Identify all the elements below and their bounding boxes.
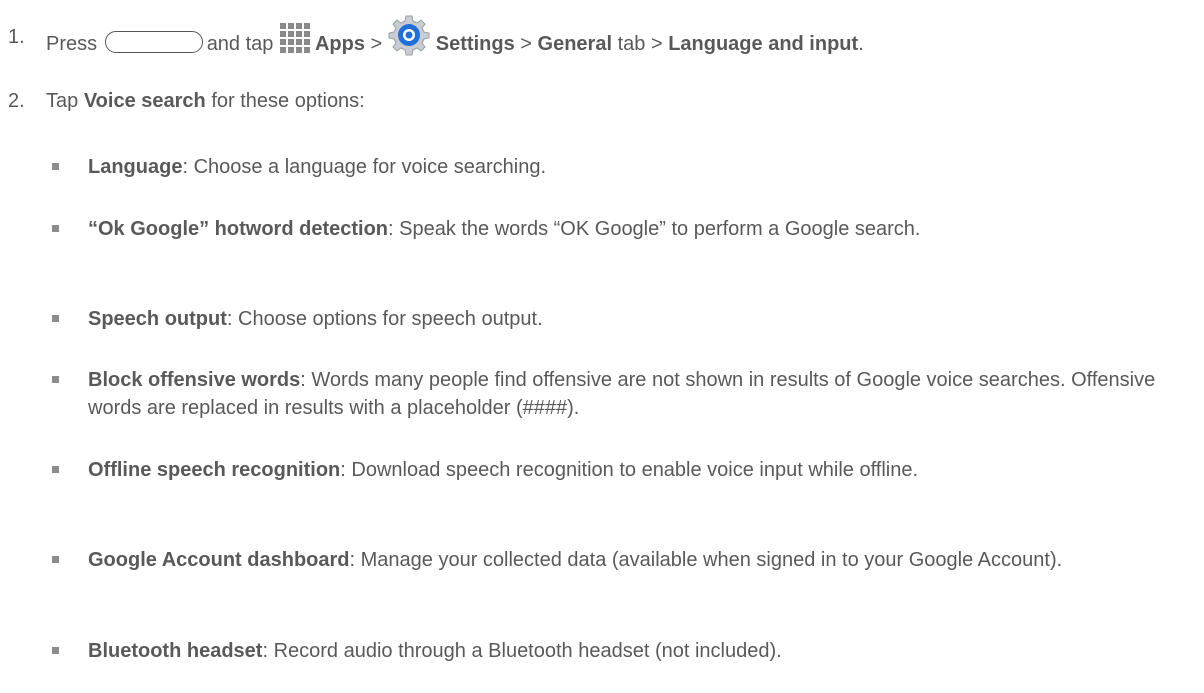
language-and-input-label: Language and input [668, 33, 859, 55]
apps-label: Apps [314, 33, 365, 55]
list-item: Google Account dashboard: Manage your co… [52, 546, 1198, 574]
option-desc: : Choose options for speech output. [226, 308, 543, 330]
option-desc: : Manage your collected data (available … [349, 549, 1063, 571]
option-desc: : Record audio through a Bluetooth heads… [262, 640, 782, 662]
option-desc: : Download speech recognition to enable … [340, 459, 919, 481]
and-tap-text: and tap [206, 33, 274, 55]
list-item: “Ok Google” hotword detection: Speak the… [52, 215, 1198, 243]
list-item: Language: Choose a language for voice se… [52, 153, 1198, 181]
settings-label: Settings [435, 33, 515, 55]
list-item: Speech output: Choose options for speech… [52, 305, 1198, 333]
bullet-icon [52, 163, 59, 170]
list-item: Block offensive words: Words many people… [52, 366, 1198, 422]
bullet-icon [52, 376, 59, 383]
option-desc: : Choose a language for voice searching. [182, 156, 547, 178]
tap-text: Tap [46, 90, 79, 112]
separator: > [520, 33, 532, 55]
bullet-icon [52, 647, 59, 654]
option-desc: : Speak the words “OK Google” to perform… [388, 218, 921, 240]
tab-text: tab [617, 33, 646, 55]
option-term: Language [88, 156, 183, 178]
step-number: 2. [8, 90, 25, 112]
bullet-icon [52, 315, 59, 322]
option-term: Block offensive words [88, 369, 301, 391]
bullet-icon [52, 225, 59, 232]
option-term: “Ok Google” hotword detection [88, 218, 388, 240]
option-term: Google Account dashboard [88, 549, 350, 571]
list-item: Offline speech recognition: Download spe… [52, 456, 1198, 484]
general-label: General [537, 33, 612, 55]
period: . [858, 33, 864, 55]
option-term: Offline speech recognition [88, 459, 341, 481]
option-term: Bluetooth headset [88, 640, 263, 662]
voice-search-label: Voice search [83, 90, 206, 112]
press-text: Press [46, 33, 98, 55]
option-term: Speech output [88, 308, 227, 330]
home-key-icon [104, 31, 203, 53]
step-2-rest: for these options: [211, 90, 365, 112]
separator: > [650, 33, 663, 55]
bullet-icon [52, 466, 59, 473]
bullet-icon [52, 556, 59, 563]
list-item: Bluetooth headset: Record audio through … [52, 637, 1198, 665]
apps-grid-icon [279, 22, 311, 54]
separator: > [370, 33, 383, 55]
step-number: 1. [8, 26, 25, 48]
settings-gear-icon [388, 14, 430, 56]
